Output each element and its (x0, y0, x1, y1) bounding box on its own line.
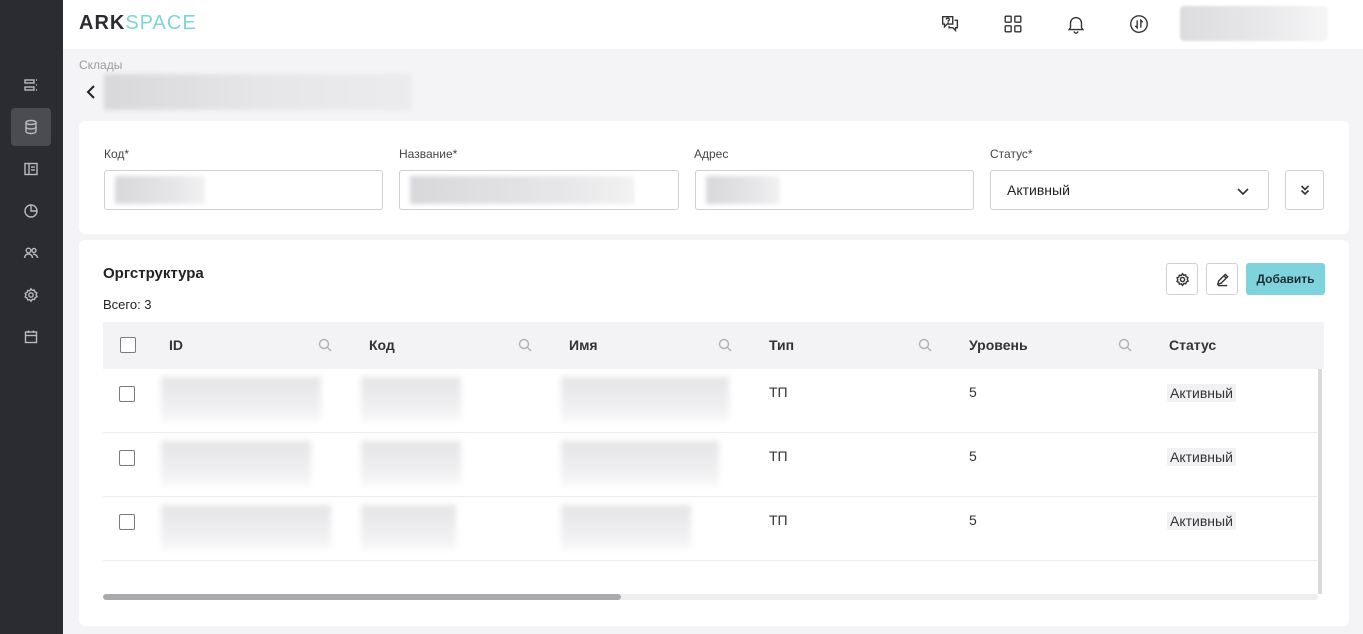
edit-button[interactable] (1206, 263, 1238, 295)
table-row[interactable]: ТП 5 Активный (103, 497, 1318, 561)
id-cell (161, 441, 311, 485)
expand-form-button[interactable] (1285, 170, 1324, 210)
horizontal-scrollbar-thumb[interactable] (103, 594, 621, 600)
search-icon[interactable] (518, 338, 532, 352)
status-badge: Активный (1167, 384, 1236, 402)
table-row[interactable]: ТП 5 Активный (103, 433, 1318, 497)
status-label: Статус* (990, 147, 1033, 161)
chat-button[interactable] (938, 12, 962, 36)
type-cell: ТП (769, 384, 788, 400)
address-label: Адрес (694, 147, 729, 161)
gear-icon (24, 287, 38, 303)
name-label: Название* (399, 147, 458, 161)
column-header-name[interactable]: Имя (569, 337, 598, 353)
app-logo[interactable]: ARKSPACE (79, 12, 197, 35)
back-button[interactable] (83, 82, 99, 102)
pencil-icon (1216, 272, 1229, 286)
id-cell (161, 505, 331, 549)
code-label: Код* (104, 147, 130, 161)
sidebar-item-calendar[interactable] (11, 318, 51, 356)
chat-icon (941, 15, 959, 33)
sync-icon (1130, 15, 1148, 33)
column-header-id[interactable]: ID (169, 337, 183, 353)
status-badge: Активный (1167, 448, 1236, 466)
column-header-level[interactable]: Уровень (969, 337, 1028, 353)
chart-icon (24, 204, 38, 218)
vertical-scrollbar[interactable] (1318, 369, 1322, 594)
code-cell (361, 505, 456, 549)
name-cell (561, 377, 729, 421)
apps-grid-icon (1004, 15, 1022, 33)
sidebar-item-settings[interactable] (11, 276, 51, 314)
status-badge: Активный (1167, 512, 1236, 530)
table-row[interactable]: ТП 5 Активный (103, 369, 1318, 433)
name-cell (561, 441, 719, 485)
add-button[interactable]: Добавить (1246, 263, 1325, 295)
status-select[interactable]: Активный (990, 170, 1269, 210)
column-header-code[interactable]: Код (369, 337, 395, 353)
row-checkbox[interactable] (119, 514, 135, 530)
search-icon[interactable] (1118, 338, 1132, 352)
column-header-status[interactable]: Статус (1169, 337, 1216, 353)
table-settings-button[interactable] (1166, 263, 1198, 295)
select-all-checkbox[interactable] (120, 337, 136, 353)
status-value: Активный (1007, 182, 1070, 198)
bell-icon (1067, 16, 1085, 34)
double-chevron-down-icon (1300, 185, 1309, 196)
layout-icon (24, 162, 38, 176)
notifications-button[interactable] (1064, 12, 1088, 36)
database-icon (25, 119, 37, 135)
section-title: Оргструктура (103, 265, 204, 282)
name-cell (561, 505, 691, 549)
level-cell: 5 (969, 512, 977, 528)
apps-button[interactable] (1001, 12, 1025, 36)
sidebar-item-layout[interactable] (11, 150, 51, 188)
address-input[interactable] (695, 170, 974, 210)
chevron-down-icon (1236, 184, 1250, 198)
name-input[interactable] (399, 170, 679, 210)
org-structure-card: Оргструктура Всего: 3 Добавить ID Код Им… (79, 240, 1349, 626)
breadcrumb[interactable]: Склады (79, 58, 122, 72)
type-cell: ТП (769, 448, 788, 464)
list-icon (24, 79, 37, 91)
level-cell: 5 (969, 448, 977, 464)
gear-icon (1175, 271, 1189, 286)
row-checkbox[interactable] (119, 450, 135, 466)
sync-button[interactable] (1127, 12, 1151, 36)
search-icon[interactable] (718, 338, 732, 352)
table-header: ID Код Имя Тип Уровень Статус (103, 322, 1324, 369)
sidebar-item-reports[interactable] (11, 192, 51, 230)
chevron-left-icon (86, 85, 95, 99)
top-bar: ARKSPACE (63, 0, 1363, 49)
type-cell: ТП (769, 512, 788, 528)
search-icon[interactable] (318, 338, 332, 352)
sidebar (0, 0, 63, 634)
sidebar-item-warehouses[interactable] (11, 108, 51, 146)
level-cell: 5 (969, 384, 977, 400)
users-icon (23, 247, 39, 259)
sidebar-item-users[interactable] (11, 234, 51, 272)
code-cell (361, 377, 461, 421)
id-cell (161, 377, 321, 421)
search-icon[interactable] (918, 338, 932, 352)
column-header-type[interactable]: Тип (769, 337, 794, 353)
calendar-icon (24, 330, 38, 344)
warehouse-form: Код* Название* Адрес Статус* Активный (79, 121, 1349, 234)
code-input[interactable] (104, 170, 383, 210)
sidebar-item-list[interactable] (11, 66, 51, 104)
user-profile[interactable] (1180, 6, 1328, 41)
code-cell (361, 441, 461, 485)
row-checkbox[interactable] (119, 386, 135, 402)
page-title (104, 74, 412, 110)
total-count: Всего: 3 (103, 297, 152, 312)
